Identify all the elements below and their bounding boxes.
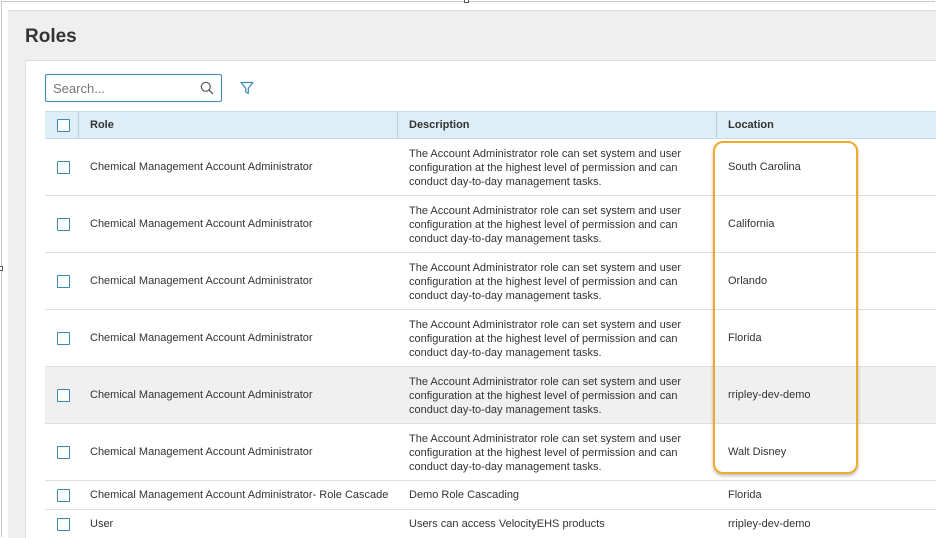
column-header-description[interactable]: Description (409, 119, 470, 131)
location-cell: rripley-dev-demo (728, 389, 811, 401)
column-header-role[interactable]: Role (90, 119, 114, 131)
location-cell: Orlando (728, 275, 768, 287)
role-cell: Chemical Management Account Administrato… (90, 489, 389, 501)
location-cell: South Carolina (728, 161, 801, 173)
role-cell: Chemical Management Account Administrato… (90, 446, 313, 458)
description-cell: Demo Role Cascading (409, 489, 520, 501)
table-row[interactable]: Chemical Management Account Administrato… (45, 139, 936, 196)
description-cell: The Account Administrator role can set s… (409, 262, 682, 302)
resize-handle-left[interactable] (0, 266, 3, 271)
role-cell: Chemical Management Account Administrato… (90, 161, 313, 173)
search-input[interactable] (46, 75, 203, 101)
column-divider[interactable] (716, 112, 717, 138)
location-cell: rripley-dev-demo (728, 518, 811, 530)
page-title: Roles (25, 26, 77, 47)
location-cell: Walt Disney (728, 446, 787, 458)
role-cell: Chemical Management Account Administrato… (90, 389, 313, 401)
role-cell: Chemical Management Account Administrato… (90, 332, 313, 344)
role-cell: Chemical Management Account Administrato… (90, 218, 313, 230)
filter-icon[interactable] (240, 81, 254, 95)
description-cell: Users can access VelocityEHS products (409, 518, 605, 530)
table-row[interactable]: Chemical Management Account Administrato… (45, 481, 936, 510)
row-checkbox[interactable] (57, 389, 70, 402)
description-cell: The Account Administrator role can set s… (409, 148, 682, 188)
resize-handle-top[interactable] (464, 0, 469, 3)
row-checkbox[interactable] (57, 518, 70, 531)
select-all-checkbox[interactable] (57, 119, 70, 132)
table-row[interactable]: User Users can access VelocityEHS produc… (45, 510, 936, 537)
table-row[interactable]: Chemical Management Account Administrato… (45, 424, 936, 481)
location-cell: Florida (728, 332, 762, 344)
description-cell: The Account Administrator role can set s… (409, 205, 682, 245)
table-row[interactable]: Chemical Management Account Administrato… (45, 310, 936, 367)
table-row[interactable]: Chemical Management Account Administrato… (45, 196, 936, 253)
row-checkbox[interactable] (57, 489, 70, 502)
column-divider (78, 112, 79, 138)
row-checkbox[interactable] (57, 161, 70, 174)
description-cell: The Account Administrator role can set s… (409, 433, 682, 473)
search-box[interactable] (45, 74, 222, 102)
role-cell: Chemical Management Account Administrato… (90, 275, 313, 287)
location-cell: Florida (728, 489, 762, 501)
column-header-location[interactable]: Location (728, 119, 774, 131)
role-cell: User (90, 518, 114, 530)
table-row[interactable]: Chemical Management Account Administrato… (45, 367, 936, 424)
description-cell: The Account Administrator role can set s… (409, 376, 682, 416)
search-icon[interactable] (200, 81, 214, 95)
description-cell: The Account Administrator role can set s… (409, 319, 682, 359)
column-divider[interactable] (397, 112, 398, 138)
table-row[interactable]: Chemical Management Account Administrato… (45, 253, 936, 310)
table-header: Role Description Location (45, 111, 936, 139)
location-cell: California (728, 218, 775, 230)
row-checkbox[interactable] (57, 446, 70, 459)
row-checkbox[interactable] (57, 275, 70, 288)
row-checkbox[interactable] (57, 218, 70, 231)
row-checkbox[interactable] (57, 332, 70, 345)
